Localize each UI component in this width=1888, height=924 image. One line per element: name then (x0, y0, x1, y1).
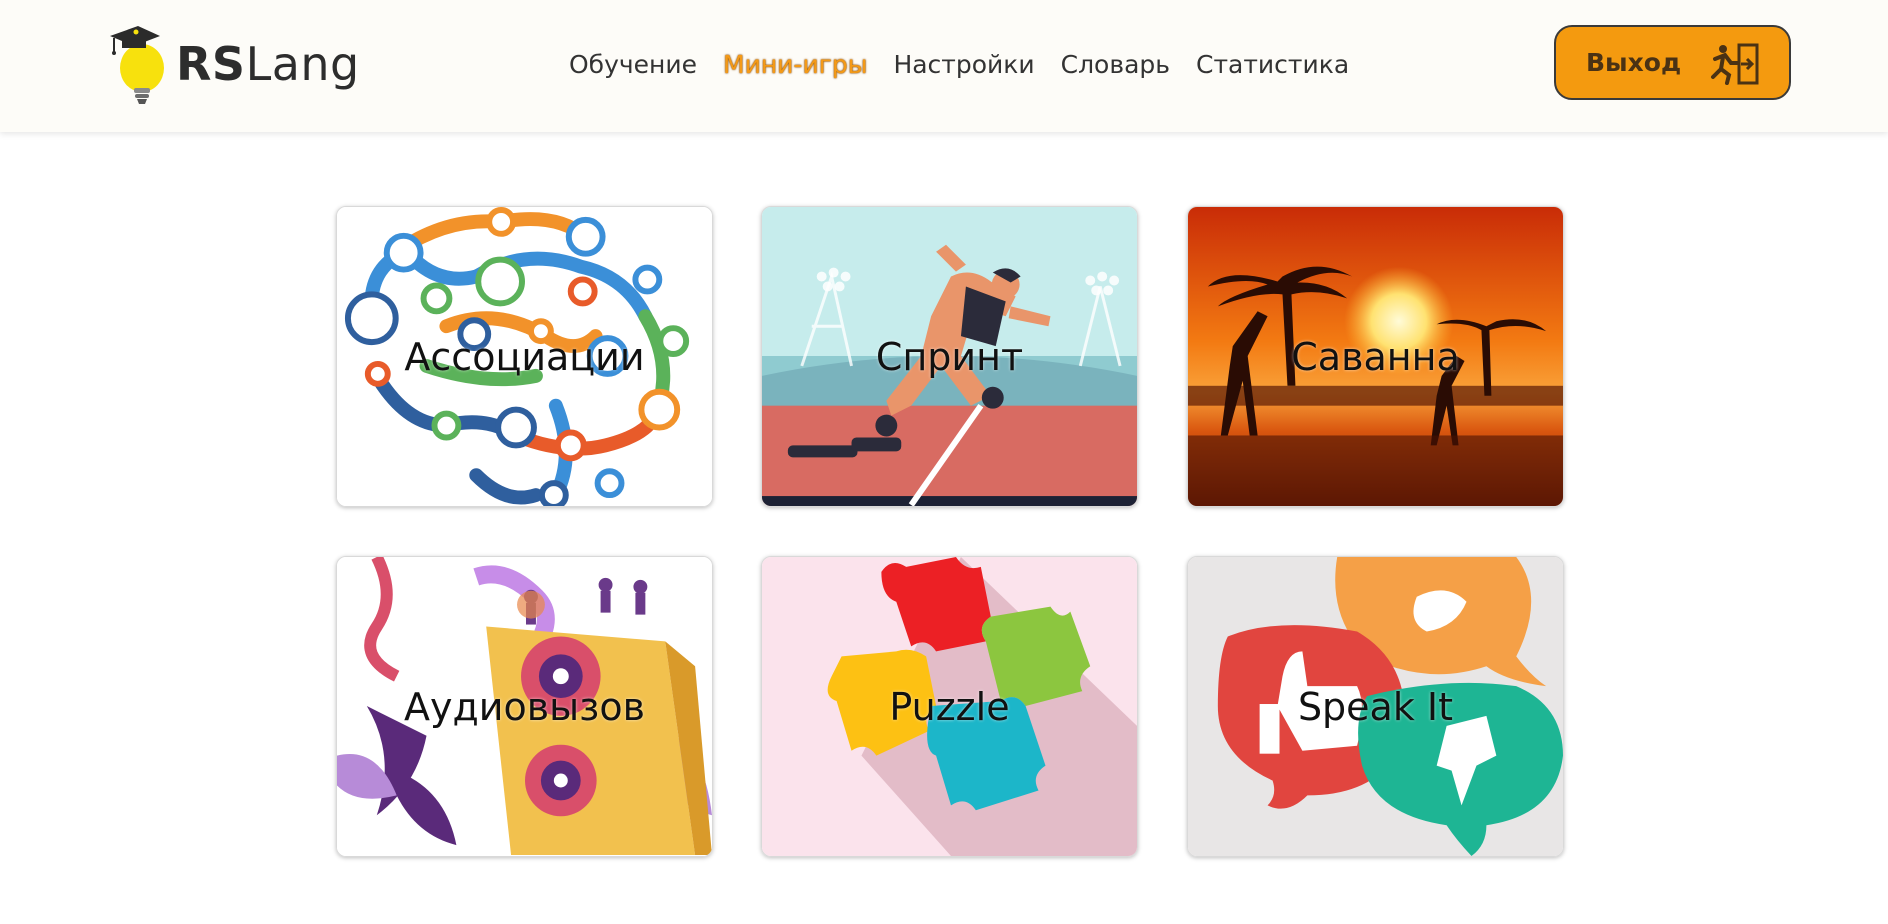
game-card-associations[interactable]: Ассоциации (336, 206, 713, 507)
nav-item-mini-games[interactable]: Мини-игры (723, 50, 867, 79)
nav-item-settings[interactable]: Настройки (893, 50, 1034, 79)
game-card-speak-it[interactable]: Speak It (1187, 556, 1564, 857)
exit-button[interactable]: Выход (1554, 25, 1791, 100)
logo[interactable]: RSLang (108, 22, 360, 106)
game-card-title: Спринт (875, 334, 1024, 379)
game-card-puzzle[interactable]: Puzzle (761, 556, 1138, 857)
game-card-audiocall[interactable]: Аудиовызов (336, 556, 713, 857)
game-card-title: Саванна (1291, 334, 1460, 379)
running-exit-icon (1711, 43, 1759, 85)
game-card-title: Speak It (1297, 684, 1454, 729)
app-header: RSLang Обучение Мини-игры Настройки Слов… (0, 0, 1888, 132)
game-card-title: Аудиовызов (404, 684, 645, 729)
game-card-title: Ассоциации (404, 334, 645, 379)
nav-item-learning[interactable]: Обучение (569, 50, 697, 79)
nav-item-statistics[interactable]: Статистика (1196, 50, 1349, 79)
game-card-savanna[interactable]: Саванна (1187, 206, 1564, 507)
game-card-sprint[interactable]: Спринт (761, 206, 1138, 507)
lightbulb-graduation-cap-icon (110, 26, 164, 104)
exit-button-label: Выход (1586, 48, 1682, 77)
games-grid: Ассоциации Спринт Саванна Аудиовызов Puz… (336, 206, 1564, 858)
game-card-title: Puzzle (889, 684, 1010, 729)
logo-text: RSLang (176, 37, 360, 91)
main-nav: Обучение Мини-игры Настройки Словарь Ста… (569, 44, 1375, 84)
nav-item-dictionary[interactable]: Словарь (1061, 50, 1170, 79)
